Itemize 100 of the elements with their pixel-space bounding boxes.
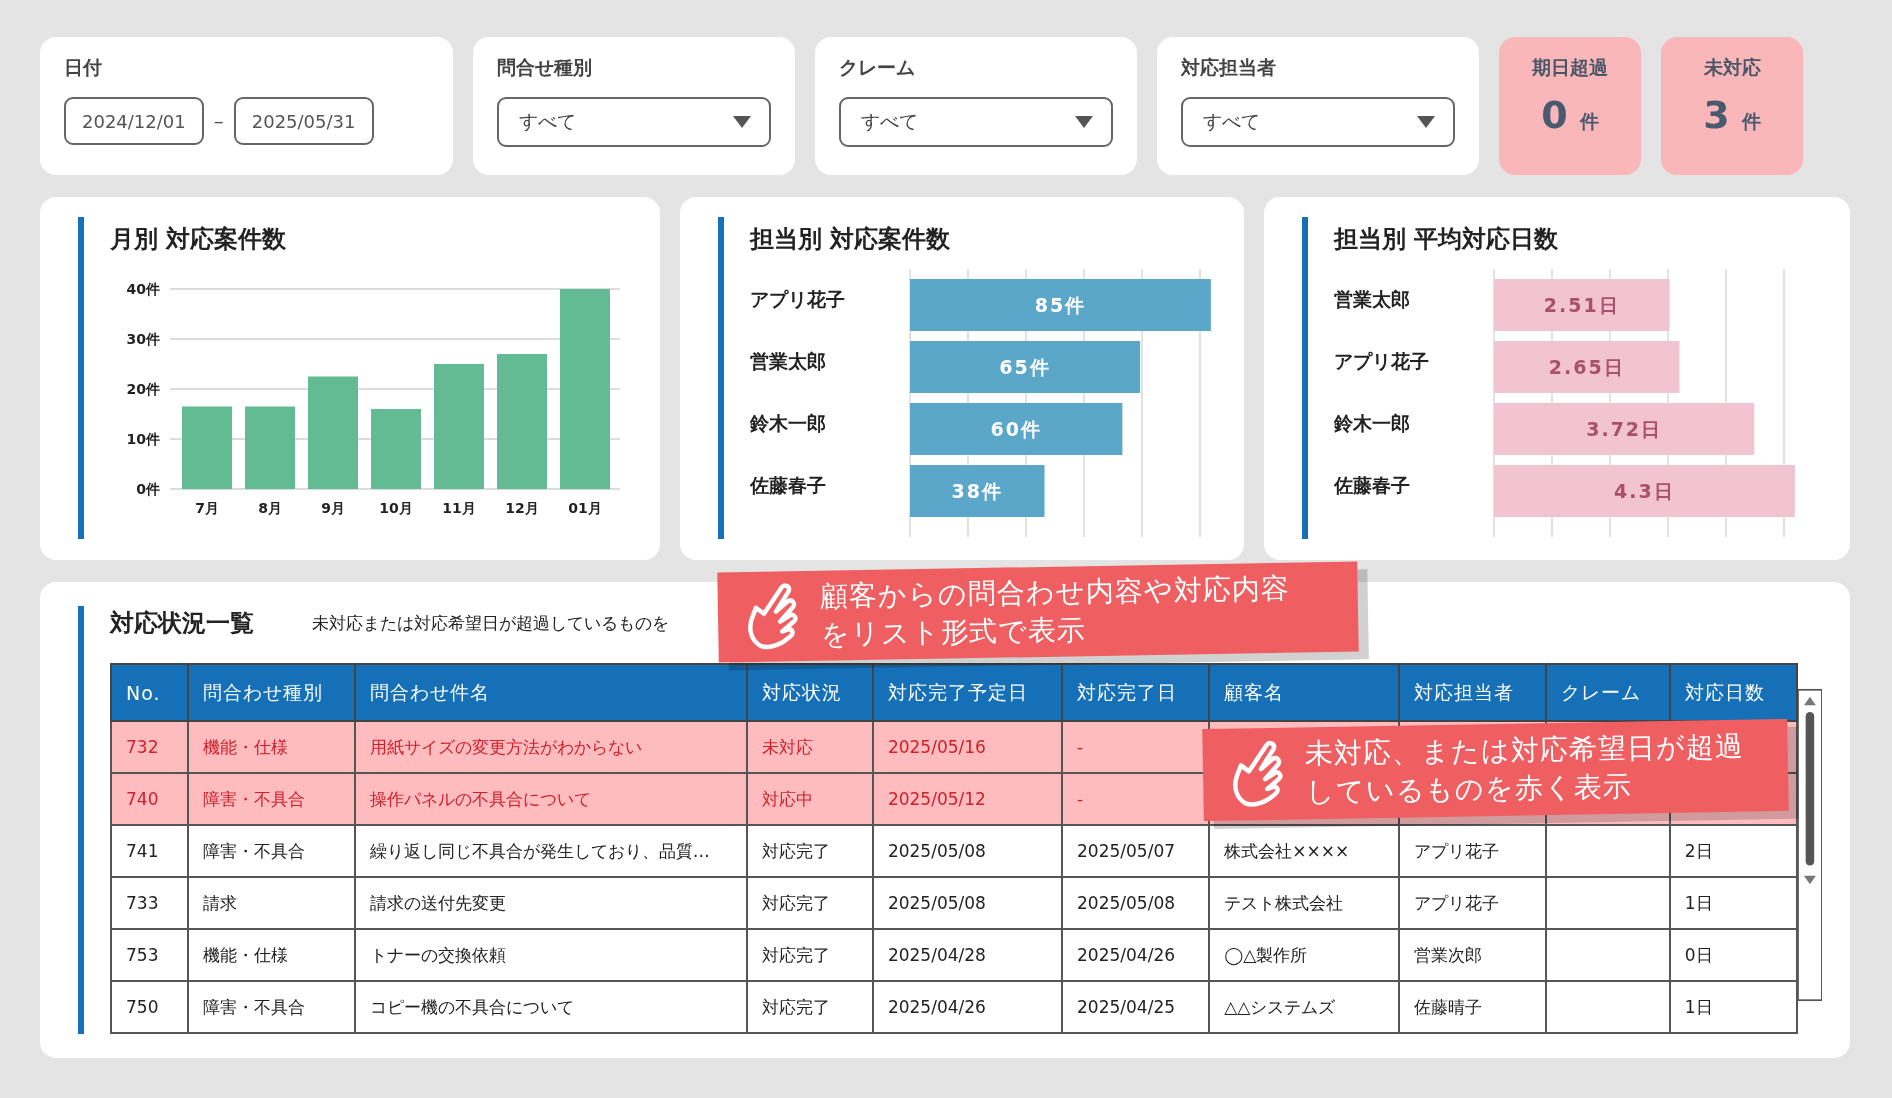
table-cell: アプリ花子: [1414, 892, 1500, 913]
column-header[interactable]: クレーム: [1545, 664, 1670, 721]
table-cell: アプリ花子: [1414, 840, 1500, 861]
date-separator: –: [213, 109, 224, 133]
start-date-field[interactable]: 2024/12/01: [64, 97, 204, 145]
caret-icon: [733, 116, 751, 128]
table-cell: コピー機の不具合について: [369, 996, 574, 1017]
table-cell: 2025/05/16: [887, 737, 986, 757]
value-label: 60件: [990, 418, 1042, 440]
table-cell: 2025/05/08: [887, 841, 986, 861]
end-date-field[interactable]: 2025/05/31: [233, 97, 374, 145]
table-cell: 2025/04/28: [887, 945, 986, 965]
table-cell: 繰り返し同じ不具合が発生しており、品質…: [369, 840, 710, 861]
y-axis-label: 30件: [126, 331, 160, 347]
callout-text: 未対応、または対応希望日が超過しているものを赤く表示: [1304, 728, 1745, 811]
table-cell: 障害・不具合: [202, 996, 305, 1017]
counter-unit: 件: [1741, 109, 1761, 134]
chart-title: 月別 対応案件数: [110, 224, 288, 255]
column-header[interactable]: No.: [111, 664, 188, 721]
caret-icon: [1075, 116, 1093, 128]
table-cell: 株式会社××××: [1224, 840, 1350, 861]
table-cell: 機能・仕様: [202, 736, 288, 757]
column-header[interactable]: 問合わせ件名: [354, 664, 747, 721]
dropdown[interactable]: すべて: [497, 97, 771, 147]
x-axis-label: 12月: [505, 500, 539, 516]
table-cell: 対応中: [761, 788, 813, 809]
counter-label: 未対応: [1703, 55, 1761, 80]
category-label: アプリ花子: [1334, 350, 1429, 372]
table-cell: 営業次郎: [1414, 944, 1483, 965]
dropdown[interactable]: すべて: [1181, 97, 1455, 147]
chart-title: 担当別 平均対応日数: [1334, 224, 1560, 255]
table-cell: 733: [126, 893, 159, 913]
table-cell: 請求: [202, 892, 237, 913]
table-cell: 請求の送付先変更: [369, 892, 506, 913]
column-header[interactable]: 問合わせ種別: [187, 664, 355, 721]
x-axis-label: 8月: [258, 500, 282, 516]
date-label: 日付: [64, 55, 103, 80]
table-cell: テスト株式会社: [1224, 892, 1344, 913]
table-cell: 対応完了: [761, 996, 830, 1017]
table-cell: 機能・仕様: [202, 944, 288, 965]
category-label: アプリ花子: [750, 288, 845, 310]
column-header[interactable]: 対応状況: [746, 664, 873, 721]
y-axis-label: 40件: [126, 281, 160, 297]
column-header[interactable]: 対応完了予定日: [872, 664, 1063, 721]
caret-icon: [1417, 116, 1435, 128]
x-axis-label: 10月: [379, 500, 413, 516]
column-header[interactable]: 顧客名: [1209, 664, 1400, 721]
value-label: 85件: [1034, 294, 1087, 316]
table-cell: -: [1077, 789, 1084, 809]
table-cell: 2025/04/25: [1077, 997, 1176, 1017]
y-axis-label: 0件: [136, 481, 160, 497]
table-cell: 0日: [1684, 944, 1713, 965]
table-cell: 対応完了: [761, 944, 830, 965]
category-label: 営業太郎: [1334, 288, 1410, 310]
table-cell: 未対応: [761, 736, 813, 757]
table-cell: 佐藤晴子: [1414, 996, 1483, 1017]
table-cell: 対応完了: [761, 892, 830, 913]
x-axis-label: 11月: [442, 500, 476, 516]
table-cell: 用紙サイズの変更方法がわからない: [369, 736, 642, 757]
counter-label: 期日超過: [1532, 55, 1608, 80]
table-cell: 2日: [1684, 840, 1713, 861]
x-axis-label: 01月: [568, 500, 602, 516]
table-cell: 2025/05/12: [887, 789, 986, 809]
table-cell: 753: [126, 945, 159, 965]
filter-label: 対応担当者: [1181, 55, 1277, 80]
y-axis-label: 20件: [126, 381, 160, 397]
category-label: 佐藤春子: [750, 474, 826, 496]
category-label: 佐藤春子: [1334, 474, 1410, 496]
table-cell: 1日: [1684, 892, 1713, 913]
table-cell: 障害・不具合: [202, 840, 305, 861]
table-title: 対応状況一覧: [110, 608, 254, 639]
table-cell: 2025/05/08: [887, 893, 986, 913]
counter-unit: 件: [1579, 109, 1599, 134]
callout-text: 顧客からの問合わせ内容や対応内容をリスト形式で表示: [819, 570, 1291, 653]
chart-title: 担当別 対応案件数: [750, 224, 952, 255]
table-cell: 障害・不具合: [202, 788, 305, 809]
table-cell: トナーの交換依頼: [369, 944, 506, 965]
y-axis-label: 10件: [126, 431, 160, 447]
table-cell: 2025/04/26: [1077, 945, 1176, 965]
table-cell: 操作パネルの不具合について: [369, 788, 591, 809]
category-label: 鈴木一郎: [1334, 412, 1410, 434]
table-cell: 対応完了: [761, 840, 830, 861]
table-cell: 2025/05/08: [1077, 893, 1176, 913]
table-cell: △△システムズ: [1224, 996, 1336, 1017]
table-note: 未対応または対応希望日が超過しているものを: [312, 611, 669, 635]
table-cell: 750: [126, 997, 159, 1017]
value-label: 4.3日: [1614, 480, 1675, 502]
table-cell: 2025/05/07: [1077, 841, 1176, 861]
filter-label: 問合せ種別: [497, 55, 593, 80]
column-header[interactable]: 対応完了日: [1062, 664, 1210, 721]
table-cell: 1日: [1684, 996, 1713, 1017]
counter-value: 0: [1541, 93, 1568, 137]
value-label: 38件: [951, 480, 1003, 502]
category-label: 鈴木一郎: [750, 412, 826, 434]
column-header[interactable]: 対応日数: [1669, 664, 1798, 721]
filter-label: クレーム: [839, 55, 916, 80]
column-header[interactable]: 対応担当者: [1399, 664, 1546, 721]
table-cell: -: [1077, 737, 1084, 757]
dropdown[interactable]: すべて: [839, 97, 1113, 147]
table-cell: 740: [126, 789, 159, 809]
